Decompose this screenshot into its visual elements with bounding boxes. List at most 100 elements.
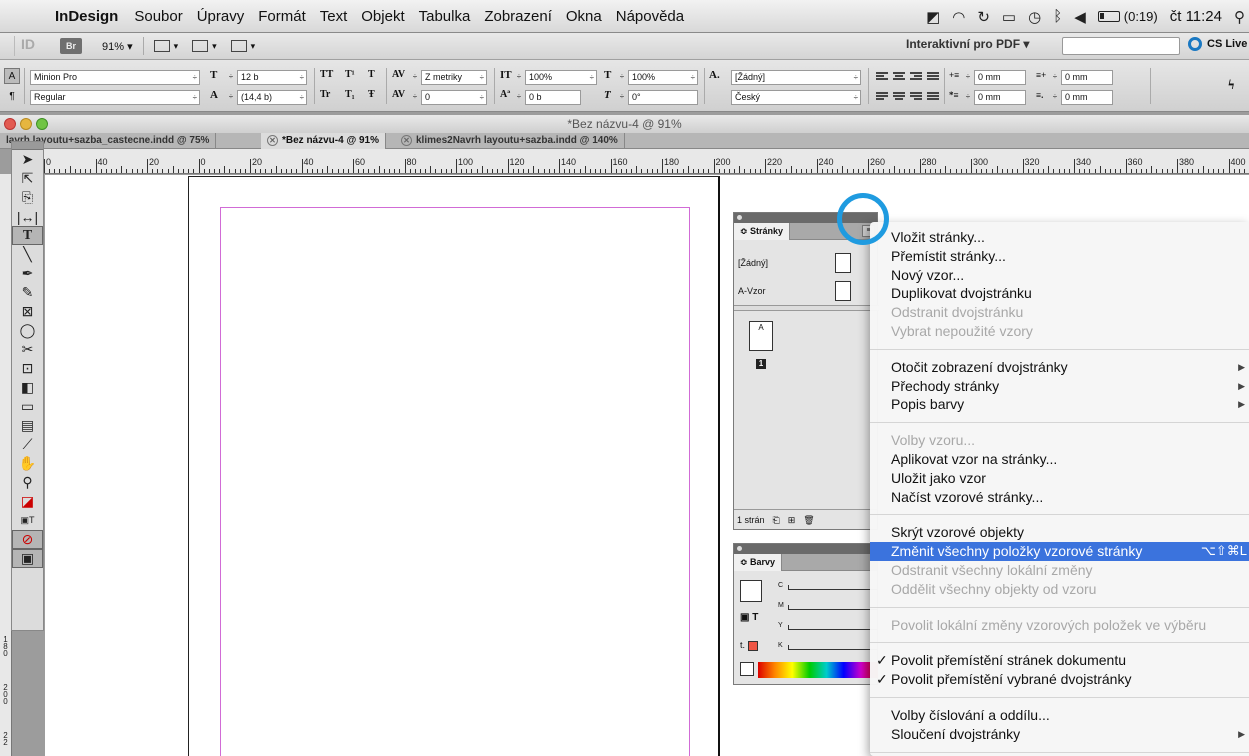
new-page-icon[interactable]: ⊞ (788, 510, 796, 529)
menu-item[interactable]: Sloučení dvojstránky ▶ (870, 725, 1249, 744)
menu-item[interactable]: Načíst vzorové stránky... (870, 488, 1249, 507)
button-tool-icon[interactable]: ▤ (12, 416, 43, 435)
eyedropper-tool-icon[interactable]: ⟋ (12, 435, 43, 454)
justify-right-button[interactable] (910, 92, 922, 102)
menu-item[interactable]: Přechody stránky ▶ (870, 377, 1249, 396)
baseline-shift-field[interactable]: 0 b (525, 90, 581, 105)
battery-status[interactable]: (0:19) (1097, 9, 1158, 24)
first-line-indent-field[interactable]: 0 mm (974, 90, 1026, 105)
paragraph-mode-button[interactable]: ¶ (4, 88, 20, 104)
zoom-window-icon[interactable] (36, 118, 48, 130)
master-none-row[interactable]: [Žádný] (734, 251, 879, 275)
page-tool-icon[interactable]: ⎘ (12, 188, 43, 207)
leading-stepper[interactable]: ÷ (226, 90, 236, 103)
view-options-button[interactable]: ▾ (153, 40, 178, 52)
menu-item[interactable]: Duplikovat dvojstránku (870, 284, 1249, 303)
horizontal-scale-stepper[interactable]: ÷ (617, 70, 627, 83)
workspace-switcher[interactable]: Interaktivní pro PDF ▾ (906, 37, 1029, 51)
kerning-stepper[interactable]: ÷ (410, 70, 420, 83)
horizontal-ruler[interactable]: 0 40 20 0 20 40 60 80 100 120 140 160 180 200 220 240 26… (38, 149, 1249, 174)
scissors-tool-icon[interactable]: ✂ (12, 340, 43, 359)
left-indent-field[interactable]: 0 mm (974, 70, 1026, 85)
minimize-window-icon[interactable] (20, 118, 32, 130)
align-right-button[interactable] (910, 72, 922, 82)
page-thumbnail[interactable]: A (749, 321, 773, 351)
font-size-stepper[interactable]: ÷ (226, 70, 236, 83)
baseline-shift-stepper[interactable]: ÷ (514, 90, 524, 103)
menu-format[interactable]: Formát (251, 8, 313, 25)
menu-item[interactable]: Uložit jako vzor (870, 469, 1249, 488)
master-thumbnail[interactable] (835, 281, 851, 301)
color-spectrum[interactable] (758, 662, 878, 678)
direct-selection-tool-icon[interactable]: ⇱ (12, 169, 43, 188)
help-search-input[interactable] (1062, 37, 1180, 55)
menu-soubor[interactable]: Soubor (127, 8, 189, 25)
type-tool-icon[interactable]: T (12, 226, 43, 245)
pen-tool-icon[interactable]: ✒ (12, 264, 43, 283)
last-line-indent-stepper[interactable]: ÷ (1050, 90, 1060, 103)
tracking-field[interactable]: 0 ÷ (421, 90, 487, 105)
underline-button[interactable]: T (368, 69, 375, 80)
skew-field[interactable]: 0° (628, 90, 698, 105)
left-indent-stepper[interactable]: ÷ (963, 70, 973, 83)
zoom-tool-icon[interactable]: ⚲ (12, 473, 43, 492)
none-color-icon[interactable] (740, 662, 754, 676)
line-tool-icon[interactable]: ╲ (12, 245, 43, 264)
tab-colors[interactable]: ≎ Barvy (734, 554, 783, 571)
menu-item[interactable]: Aplikovat vzor na stránky... (870, 450, 1249, 469)
character-style-select[interactable]: [Žádný] ÷ (731, 70, 861, 85)
screen-mode-icon[interactable]: ▣ (12, 549, 43, 568)
panel-header[interactable] (734, 544, 877, 554)
formatting-container-icon[interactable]: ▣ T (740, 612, 758, 623)
justify-center-button[interactable] (893, 92, 905, 102)
align-left-button[interactable] (876, 72, 888, 82)
document-page[interactable] (188, 176, 720, 756)
menu-tabulka[interactable]: Tabulka (412, 8, 478, 25)
arrange-documents-button[interactable]: ▾ (230, 40, 255, 52)
font-size-field[interactable]: 12 b ÷ (237, 70, 307, 85)
align-towards-spine-button[interactable] (927, 72, 939, 82)
time-machine-icon[interactable]: ◷ (1028, 8, 1041, 26)
master-a-row[interactable]: A-Vzor (734, 279, 879, 303)
menu-upravy[interactable]: Úpravy (190, 8, 252, 25)
cyan-slider[interactable]: C (778, 582, 878, 594)
delete-page-icon[interactable]: 🗑 (803, 510, 814, 529)
justify-left-button[interactable] (876, 92, 888, 102)
free-transform-tool-icon[interactable]: ⊡ (12, 359, 43, 378)
menu-item[interactable]: Přemístit stránky... (870, 247, 1249, 266)
last-line-indent-field[interactable]: 0 mm (1061, 90, 1113, 105)
justify-all-button[interactable] (927, 92, 939, 102)
vertical-scale-field[interactable]: 100% ÷ (525, 70, 597, 85)
zoom-level-dropdown[interactable]: 91% ▾ (102, 40, 133, 53)
pencil-tool-icon[interactable]: ✎ (12, 283, 43, 302)
display-icon[interactable]: ▭ (1002, 8, 1016, 26)
rectangle-frame-tool-icon[interactable]: ⊠ (12, 302, 43, 321)
align-center-button[interactable] (893, 72, 905, 82)
font-style-select[interactable]: Regular ÷ (30, 90, 200, 105)
spotlight-icon[interactable]: ⚲ (1234, 8, 1245, 26)
vertical-scale-stepper[interactable]: ÷ (514, 70, 524, 83)
sync-icon[interactable]: ↻ (977, 8, 990, 26)
note-tool-icon[interactable]: ▭ (12, 397, 43, 416)
right-indent-stepper[interactable]: ÷ (1050, 70, 1060, 83)
black-slider[interactable]: K (778, 642, 878, 654)
selection-tool-icon[interactable]: ➤ (12, 150, 43, 169)
menu-item[interactable]: Volby číslování a oddílu... (870, 706, 1249, 725)
skew-stepper[interactable]: ÷ (617, 90, 627, 103)
apply-none-icon[interactable]: ⊘ (12, 530, 43, 549)
text-color-icon[interactable]: t. (740, 640, 758, 651)
edit-page-size-icon[interactable]: ⎗ (773, 510, 780, 529)
pages-divider[interactable] (734, 305, 879, 311)
gap-tool-icon[interactable]: |↔| (12, 207, 43, 226)
close-tab-icon[interactable]: ✕ (267, 135, 278, 146)
menu-text[interactable]: Text (313, 8, 355, 25)
hand-tool-icon[interactable]: ✋ (12, 454, 43, 473)
menu-app[interactable]: InDesign (48, 8, 127, 25)
menu-item[interactable]: Změnit všechny položky vzorové stránky ⌥⇧… (870, 542, 1249, 561)
menu-zobrazeni[interactable]: Zobrazení (477, 8, 559, 25)
tab-document-3[interactable]: ✕ klimes2Navrh layoutu+sazba.indd @ 140% (395, 133, 625, 149)
leading-field[interactable]: (14,4 b) ÷ (237, 90, 307, 105)
panel-options-icon[interactable]: ϟ (1228, 78, 1234, 94)
adobe-status-icon[interactable]: ◩ (926, 8, 940, 26)
fill-swatch-icon[interactable] (740, 580, 762, 602)
